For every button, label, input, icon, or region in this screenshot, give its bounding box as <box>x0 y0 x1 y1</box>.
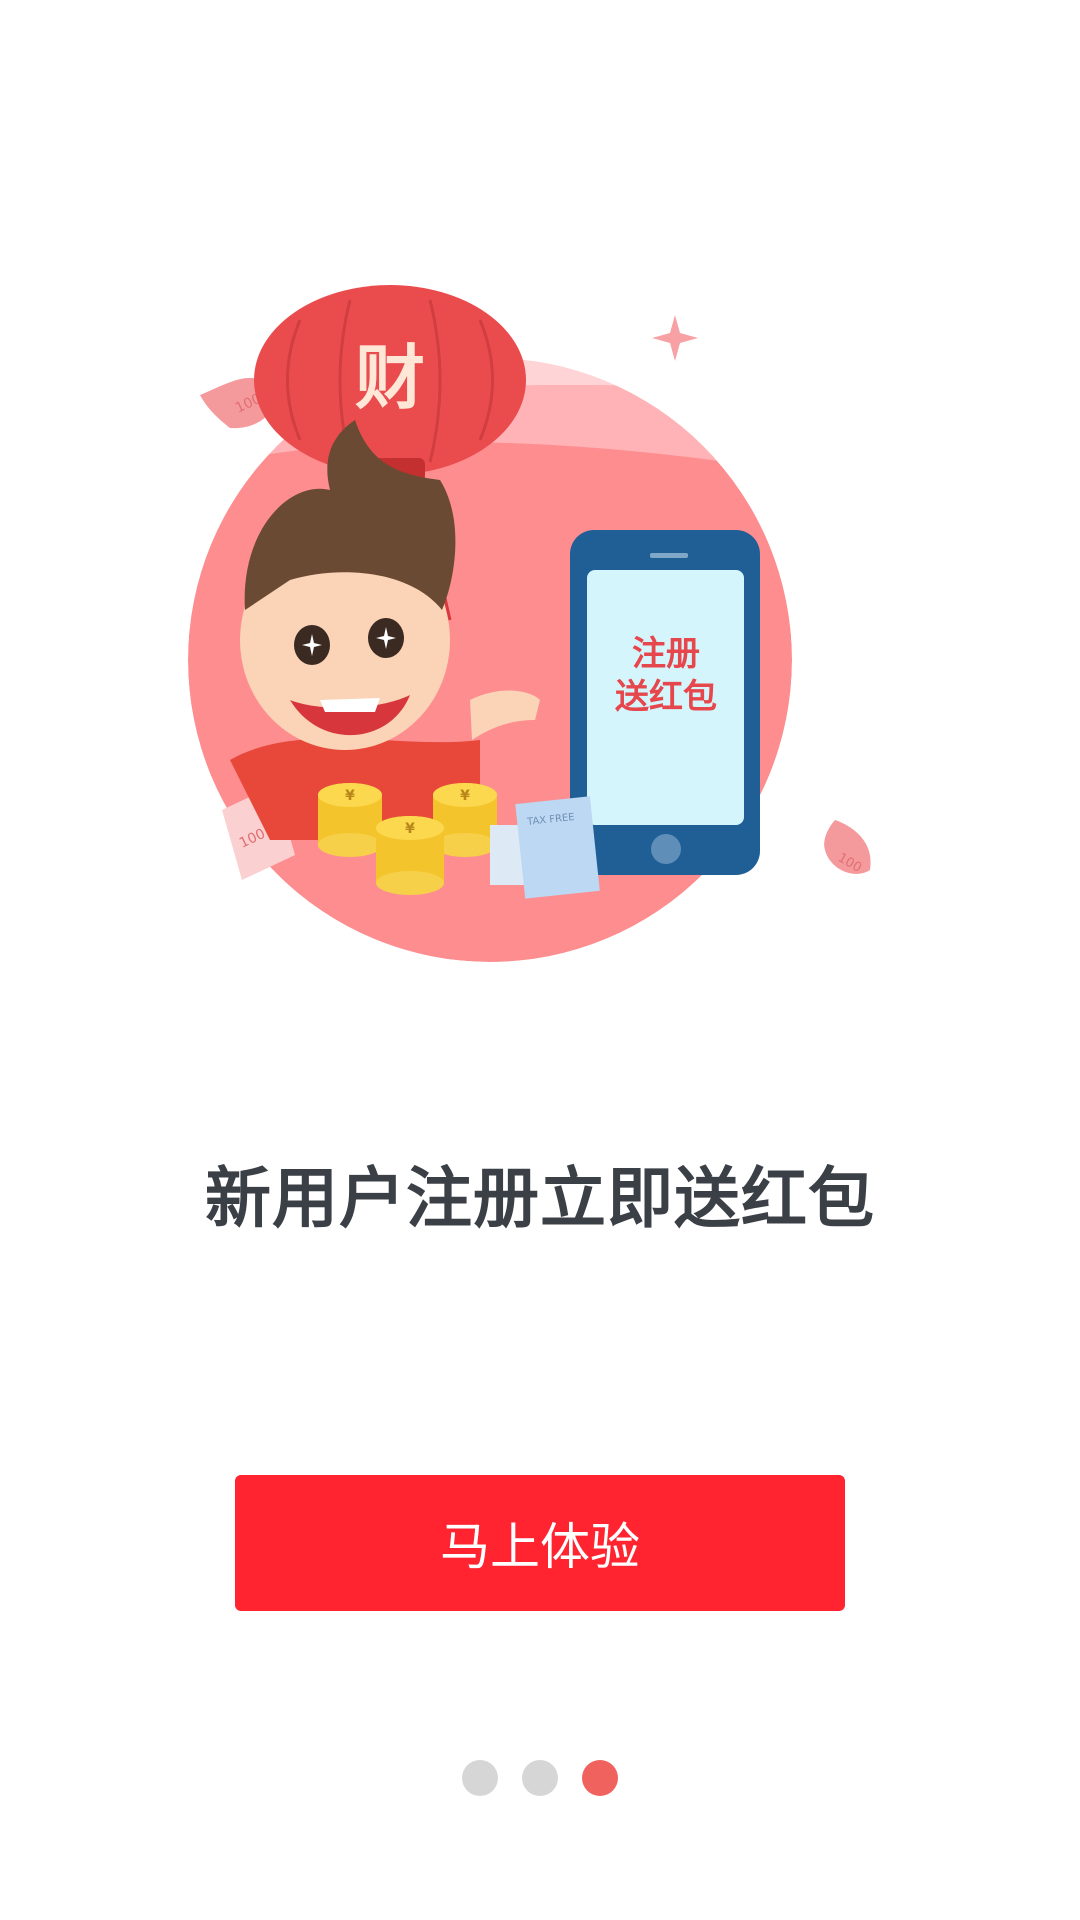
svg-text:¥: ¥ <box>405 821 415 837</box>
svg-text:注册: 注册 <box>632 634 700 674</box>
onboarding-screen: 100 100 100 财 注册 送红包 ¥ ¥ ¥ TAX FREE 新用户注… <box>0 0 1080 1920</box>
headline: 新用户注册立即送红包 <box>205 1160 875 1237</box>
svg-text:¥: ¥ <box>345 788 355 804</box>
smartphone-icon: 注册 送红包 <box>570 530 760 875</box>
svg-text:送红包: 送红包 <box>615 677 717 717</box>
svg-text:¥: ¥ <box>460 788 470 804</box>
svg-text:财: 财 <box>355 337 425 419</box>
page-indicator-dot[interactable] <box>462 1760 498 1796</box>
red-envelope-illustration: 100 100 100 财 注册 送红包 ¥ ¥ ¥ TAX FREE <box>188 285 871 962</box>
sparkle-icon <box>652 315 698 361</box>
money-bill-icon: 100 <box>824 820 871 876</box>
try-now-button[interactable]: 马上体验 <box>235 1475 845 1611</box>
page-indicator-dot[interactable] <box>522 1760 558 1796</box>
page-indicator <box>0 1760 1080 1796</box>
page-indicator-dot-active[interactable] <box>582 1760 618 1796</box>
